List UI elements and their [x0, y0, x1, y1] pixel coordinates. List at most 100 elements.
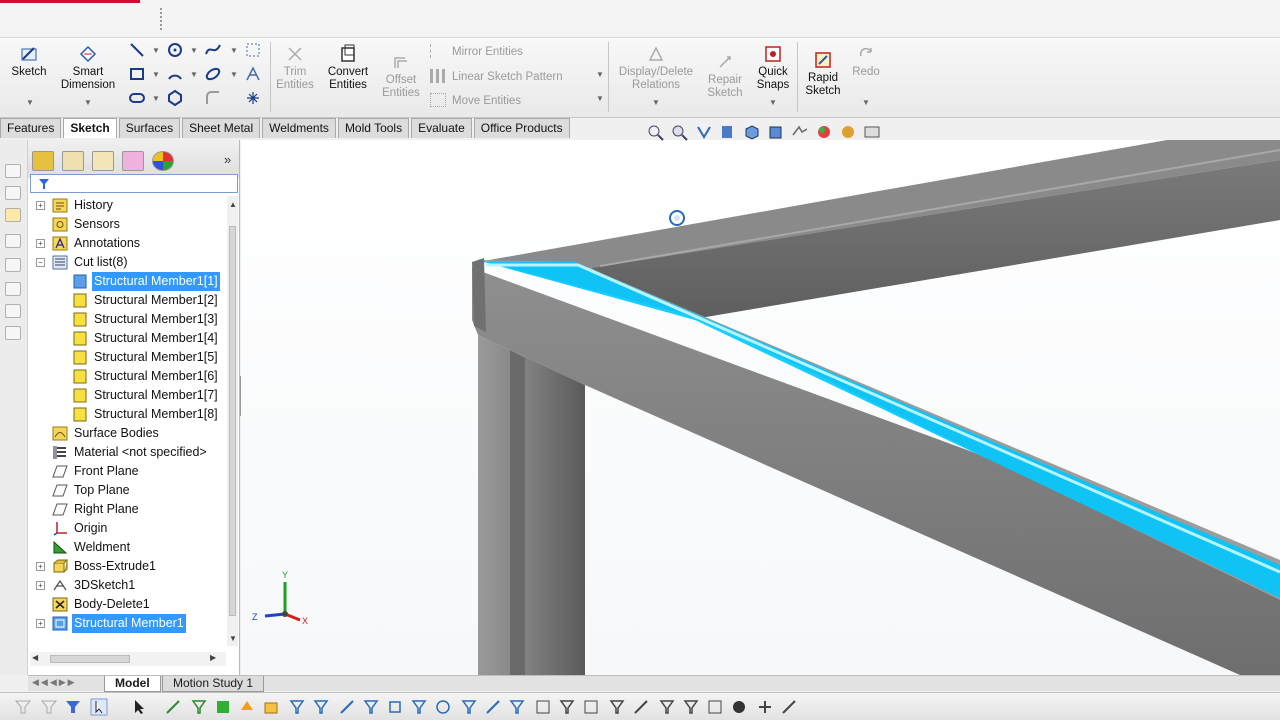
- spline-icon[interactable]: [204, 41, 222, 59]
- repair-sketch-button[interactable]: Repair Sketch: [703, 52, 747, 100]
- filter-cosmetic-threads-icon[interactable]: [632, 698, 650, 716]
- tree-item-material[interactable]: Material <not specified>: [28, 443, 228, 462]
- filter-notes-icon[interactable]: [534, 698, 552, 716]
- quick-snaps-button[interactable]: Quick Snaps: [753, 44, 793, 92]
- slot-dropdown-icon[interactable]: ▼: [152, 94, 160, 103]
- rectangle-icon[interactable]: [128, 65, 146, 83]
- tab-office-products[interactable]: Office Products: [473, 118, 570, 138]
- filter-datum-features-icon[interactable]: [558, 698, 576, 716]
- scroll-left-icon[interactable]: ◀: [32, 653, 38, 662]
- vertical-post[interactable]: [478, 335, 585, 675]
- expand-icon[interactable]: +: [36, 619, 45, 628]
- hide-show-items-icon[interactable]: [790, 123, 810, 141]
- sketch-dropdown-icon[interactable]: ▼: [26, 98, 34, 107]
- sketch-text-icon[interactable]: [244, 65, 262, 83]
- rectangle-dropdown-icon[interactable]: ▼: [152, 70, 160, 79]
- property-manager-tab-icon[interactable]: [62, 151, 84, 171]
- expand-icon[interactable]: +: [36, 201, 45, 210]
- edit-appearance-icon[interactable]: [814, 123, 834, 141]
- tree-item-structural-member-6[interactable]: Structural Member1[6]: [28, 367, 228, 386]
- front-beam-side[interactable]: [472, 268, 1280, 675]
- tree-horizontal-scrollbar[interactable]: ◀ ▶: [30, 652, 226, 666]
- tree-item-right-plane[interactable]: Right Plane: [28, 500, 228, 519]
- point-icon[interactable]: [244, 89, 262, 107]
- filter-datum-targets-icon[interactable]: [608, 698, 626, 716]
- tab-surfaces[interactable]: Surfaces: [118, 118, 181, 138]
- convert-entities-button[interactable]: Convert Entities: [322, 44, 374, 92]
- tree-item-body-delete[interactable]: Body-Delete1: [28, 595, 228, 614]
- graphics-area[interactable]: Y Z X ▣: [241, 140, 1280, 675]
- tree-item-front-plane[interactable]: Front Plane: [28, 462, 228, 481]
- tree-item-structural-member-4[interactable]: Structural Member1[4]: [28, 329, 228, 348]
- filter-solid-bodies-icon[interactable]: [262, 698, 280, 716]
- tree-item-structural-member-8[interactable]: Structural Member1[8]: [28, 405, 228, 424]
- mirror-entities-button[interactable]: Mirror Entities: [430, 44, 523, 58]
- tab-mold-tools[interactable]: Mold Tools: [337, 118, 410, 138]
- redo-dropdown-icon[interactable]: ▼: [862, 98, 870, 107]
- tab-sketch[interactable]: Sketch: [63, 118, 117, 138]
- move-dropdown-icon[interactable]: ▼: [596, 94, 604, 103]
- strip-tool-icon[interactable]: [5, 208, 21, 222]
- toolbar-grip[interactable]: [160, 8, 164, 30]
- display-style-icon[interactable]: [766, 123, 786, 141]
- view-orientation-icon[interactable]: [742, 123, 762, 141]
- filter-dimensions-icon[interactable]: [460, 698, 478, 716]
- offset-entities-button[interactable]: Offset Entities: [378, 52, 424, 100]
- tree-item-3dsketch[interactable]: + 3DSketch1: [28, 576, 228, 595]
- rapid-sketch-button[interactable]: Rapid Sketch: [801, 50, 845, 98]
- filter-axes-icon[interactable]: [288, 698, 306, 716]
- filter-welds-icon[interactable]: [780, 698, 798, 716]
- dimension-dropdown-icon[interactable]: ▼: [84, 98, 92, 107]
- slot-icon[interactable]: [128, 89, 146, 107]
- expand-icon[interactable]: +: [36, 562, 45, 571]
- filter-sketch-points-icon[interactable]: [338, 698, 356, 716]
- tab-features[interactable]: Features: [0, 118, 62, 138]
- ellipse-icon[interactable]: [204, 65, 222, 83]
- dimxpert-tab-icon[interactable]: [122, 151, 144, 171]
- filter-surface-finish-icon[interactable]: [484, 698, 502, 716]
- section-view-icon[interactable]: [718, 123, 738, 141]
- redo-button[interactable]: Redo: [848, 44, 884, 79]
- tree-item-top-plane[interactable]: Top Plane: [28, 481, 228, 500]
- linear-sketch-pattern-button[interactable]: Linear Sketch Pattern: [430, 69, 563, 83]
- strip-tool-icon[interactable]: [5, 282, 21, 296]
- pattern-dropdown-icon[interactable]: ▼: [596, 70, 604, 79]
- tab-scroll-arrows-icon[interactable]: ◀◀◀▶▶: [32, 677, 77, 688]
- strip-tool-icon[interactable]: [5, 304, 21, 318]
- filter-weld-symbols-icon[interactable]: [582, 698, 600, 716]
- tree-vertical-scrollbar[interactable]: ▲ ▼: [227, 196, 238, 646]
- scroll-right-icon[interactable]: ▶: [210, 653, 216, 662]
- filter-icon[interactable]: [14, 698, 32, 716]
- tab-motion-study[interactable]: Motion Study 1: [162, 676, 265, 692]
- filter-edges-icon[interactable]: [190, 698, 208, 716]
- display-manager-tab-icon[interactable]: [152, 151, 174, 171]
- tree-item-structural-member-7[interactable]: Structural Member1[7]: [28, 386, 228, 405]
- strip-tool-icon[interactable]: [5, 164, 21, 178]
- strip-tool-icon[interactable]: [5, 258, 21, 272]
- scroll-down-icon[interactable]: ▼: [229, 634, 237, 643]
- tree-item-structural-member-5[interactable]: Structural Member1[5]: [28, 348, 228, 367]
- scroll-thumb[interactable]: [50, 655, 130, 663]
- filter-surface-bodies-icon[interactable]: [238, 698, 256, 716]
- filter-blocks-icon[interactable]: [658, 698, 676, 716]
- select-cursor-icon[interactable]: [90, 698, 108, 716]
- strip-tool-icon[interactable]: [5, 234, 21, 248]
- line-icon[interactable]: [128, 41, 146, 59]
- filter-dowel-pin-icon[interactable]: [682, 698, 700, 716]
- arc-dropdown-icon[interactable]: ▼: [190, 70, 198, 79]
- zoom-to-area-icon[interactable]: [670, 123, 690, 141]
- filter-mates-icon[interactable]: [756, 698, 774, 716]
- filter-routing-points-icon[interactable]: [730, 698, 748, 716]
- tree-item-history[interactable]: + History: [28, 196, 228, 215]
- tab-sheet-metal[interactable]: Sheet Metal: [182, 118, 261, 138]
- tree-item-structural-member[interactable]: + Structural Member1: [28, 613, 228, 634]
- tree-item-surface-bodies[interactable]: Surface Bodies: [28, 424, 228, 443]
- circle-icon[interactable]: [166, 41, 184, 59]
- polygon-icon[interactable]: [166, 89, 184, 107]
- filter-faces-icon[interactable]: [214, 698, 232, 716]
- spline-dropdown-icon[interactable]: ▼: [230, 46, 238, 55]
- display-delete-relations-button[interactable]: Display/Delete Relations: [612, 44, 700, 92]
- previous-view-icon[interactable]: [694, 123, 714, 141]
- filter-sketch-segments-icon[interactable]: [362, 698, 380, 716]
- expand-icon[interactable]: +: [36, 239, 45, 248]
